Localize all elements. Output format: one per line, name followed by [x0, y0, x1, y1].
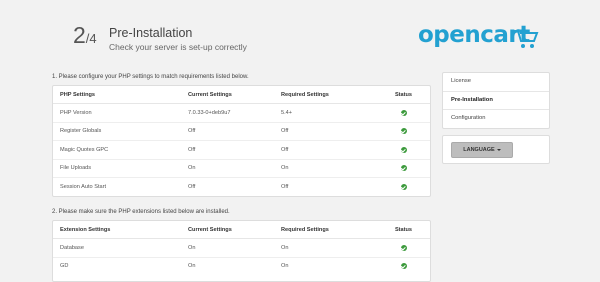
column-header: PHP Settings: [53, 86, 188, 104]
column-header: Extension Settings: [53, 221, 188, 239]
extension-name: GD: [60, 263, 69, 270]
table-row: Database On On: [53, 238, 430, 258]
column-header: Status: [377, 86, 430, 104]
column-header: Status: [377, 221, 430, 239]
php-settings-table: PHP Settings Current Settings Required S…: [53, 86, 430, 196]
language-dropdown-button[interactable]: LANGUAGE: [451, 142, 513, 158]
install-steps-menu: License Pre-Installation Configuration: [442, 72, 550, 129]
language-button-label: LANGUAGE: [463, 147, 495, 153]
current-setting: Off: [188, 140, 281, 160]
check-circle-icon: [400, 128, 407, 134]
check-circle-icon: [400, 165, 407, 171]
setting-name: Register Globals: [53, 122, 188, 141]
check-circle-icon: [400, 146, 407, 153]
opencart-logo: opencart: [418, 22, 540, 58]
check-circle-icon: [400, 263, 407, 269]
php-settings-instruction: 1. Please configure your PHP settings to…: [52, 74, 249, 80]
column-header: Required Settings: [281, 221, 377, 239]
required-setting: On: [281, 263, 289, 270]
current-setting: 7.0.33-0+deb9u7: [188, 103, 281, 123]
page-subtitle: Check your server is set-up correctly: [109, 42, 247, 52]
php-extensions-instruction: 2. Please make sure the PHP extensions l…: [52, 209, 230, 215]
column-header: Current Settings: [188, 86, 281, 104]
step-total: 4: [89, 31, 97, 46]
check-circle-icon: [400, 109, 407, 116]
setting-name: Session Auto Start: [60, 183, 107, 190]
required-setting: On: [281, 159, 377, 178]
page-title: Pre-Installation: [109, 26, 193, 40]
table-row: PHP Version 7.0.33-0+deb9u7 5.4+: [53, 103, 430, 123]
current-setting: On: [188, 159, 281, 178]
language-panel: LANGUAGE: [442, 135, 550, 164]
page-header: 2/4 Pre-Installation Check your server i…: [0, 0, 600, 66]
php-extensions-table: Extension Settings Current Settings Requ…: [53, 221, 430, 275]
required-setting: Off: [281, 140, 377, 160]
current-setting: On: [188, 263, 196, 270]
step-current: 2: [73, 22, 86, 48]
column-header: Current Settings: [188, 221, 281, 239]
step-indicator: 2/4: [73, 22, 97, 48]
table-row: Session Auto Start Off Off: [53, 178, 430, 196]
php-settings-panel: PHP Settings Current Settings Required S…: [52, 85, 431, 197]
setting-name: File Uploads: [53, 159, 188, 178]
check-circle-icon: [400, 183, 407, 190]
extension-name: Database: [53, 238, 188, 258]
php-extensions-panel: Extension Settings Current Settings Requ…: [52, 220, 431, 282]
current-setting: Off: [188, 183, 196, 190]
menu-item-license[interactable]: License: [443, 73, 549, 92]
setting-name: PHP Version: [53, 103, 188, 123]
table-row: Register Globals Off Off: [53, 122, 430, 141]
column-header: Required Settings: [281, 86, 377, 104]
check-circle-icon: [400, 244, 407, 251]
cart-icon: [514, 30, 539, 48]
setting-name: Magic Quotes GPC: [53, 140, 188, 160]
menu-item-pre-installation[interactable]: Pre-Installation: [443, 92, 549, 110]
required-setting: Off: [281, 183, 289, 190]
caret-down-icon: [496, 148, 501, 151]
table-row: Magic Quotes GPC Off Off: [53, 140, 430, 160]
current-setting: Off: [188, 122, 281, 141]
table-row: GD On On: [53, 257, 430, 275]
required-setting: On: [281, 238, 377, 258]
menu-item-configuration[interactable]: Configuration: [443, 110, 549, 128]
table-row: File Uploads On On: [53, 159, 430, 178]
required-setting: Off: [281, 122, 377, 141]
required-setting: 5.4+: [281, 103, 377, 123]
current-setting: On: [188, 238, 281, 258]
